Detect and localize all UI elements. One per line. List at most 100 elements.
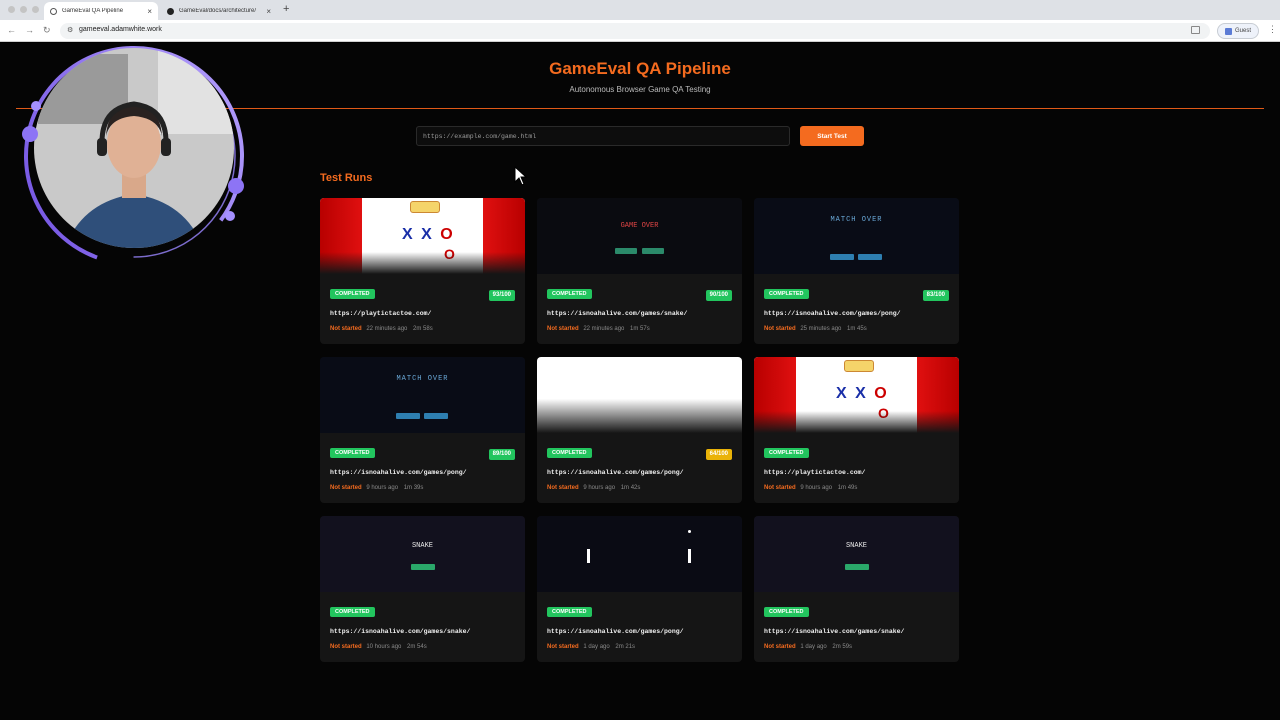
window-minimize-icon[interactable] bbox=[20, 6, 27, 13]
run-url: https://isnoahalive.com/games/pong/ bbox=[330, 469, 467, 476]
run-duration: 1m 39s bbox=[403, 485, 424, 491]
run-meta: Not started 9 hours ago 1m 42s bbox=[547, 485, 640, 491]
status-badge: COMPLETED bbox=[764, 607, 809, 617]
run-url: https://isnoahalive.com/games/pong/ bbox=[764, 310, 901, 317]
game-url-input[interactable] bbox=[416, 126, 790, 146]
run-state: Not started bbox=[764, 644, 796, 650]
tab-title: GameEval QA Pipeline bbox=[62, 8, 124, 14]
game-screenshot: MATCH OVER bbox=[320, 357, 525, 433]
close-icon[interactable]: × bbox=[147, 7, 152, 16]
run-time-ago: 1 day ago bbox=[583, 644, 610, 650]
run-time-ago: 22 minutes ago bbox=[366, 326, 408, 332]
run-meta: Not started 22 minutes ago 1m 57s bbox=[547, 326, 650, 332]
run-duration: 1m 57s bbox=[630, 326, 650, 332]
run-meta: Not started 25 minutes ago 1m 45s bbox=[764, 326, 867, 332]
run-url: https://isnoahalive.com/games/snake/ bbox=[547, 310, 688, 317]
run-duration: 1m 45s bbox=[847, 326, 867, 332]
game-screenshot: X X OO bbox=[320, 198, 525, 274]
run-url: https://isnoahalive.com/games/pong/ bbox=[547, 469, 684, 476]
window-zoom-icon[interactable] bbox=[32, 6, 39, 13]
run-duration: 2m 54s bbox=[407, 644, 427, 650]
browser-menu-icon[interactable]: ⋮ bbox=[1268, 24, 1277, 35]
status-badge: COMPLETED bbox=[547, 448, 592, 458]
run-url: https://isnoahalive.com/games/pong/ bbox=[547, 628, 684, 635]
game-screenshot: SNAKE bbox=[754, 516, 959, 592]
run-state: Not started bbox=[547, 326, 579, 332]
score-badge: 64/100 bbox=[705, 449, 732, 460]
run-url: https://playtictactoe.com/ bbox=[330, 310, 432, 317]
run-meta: Not started 9 hours ago 1m 39s bbox=[330, 485, 423, 491]
test-run-card[interactable]: MATCH OVER COMPLETED 89/100 https://isno… bbox=[320, 357, 525, 503]
run-url: https://isnoahalive.com/games/snake/ bbox=[330, 628, 471, 635]
run-state: Not started bbox=[764, 326, 796, 332]
start-test-button[interactable]: Start Test bbox=[800, 126, 864, 146]
run-url: https://isnoahalive.com/games/snake/ bbox=[764, 628, 905, 635]
run-url: https://playtictactoe.com/ bbox=[764, 469, 866, 476]
run-time-ago: 25 minutes ago bbox=[800, 326, 842, 332]
tab-title: GameEval/docs/architecture/ bbox=[179, 8, 257, 14]
run-time-ago: 9 hours ago bbox=[583, 485, 616, 491]
run-duration: 2m 59s bbox=[832, 644, 853, 650]
test-run-card[interactable]: SNAKE COMPLETED https://isnoahalive.com/… bbox=[754, 516, 959, 662]
omnibox[interactable]: ⚙ gameeval.adamwhite.work bbox=[60, 23, 1210, 39]
status-badge: COMPLETED bbox=[764, 448, 809, 458]
run-meta: Not started 22 minutes ago 2m 58s bbox=[330, 326, 433, 332]
run-meta: Not started 1 day ago 2m 21s bbox=[547, 644, 635, 650]
test-run-card[interactable]: MATCH OVER COMPLETED 83/100 https://isno… bbox=[754, 198, 959, 344]
run-state: Not started bbox=[547, 644, 579, 650]
run-meta: Not started 9 hours ago 1m 49s bbox=[764, 485, 857, 491]
guest-profile-icon bbox=[1224, 27, 1232, 35]
run-duration: 1m 49s bbox=[837, 485, 858, 491]
browser-chrome: GameEval QA Pipeline × GameEval/docs/arc… bbox=[0, 0, 1280, 42]
game-screenshot: SNAKE bbox=[320, 516, 525, 592]
tab-github-docs[interactable]: GameEval/docs/architecture/ × bbox=[161, 2, 277, 20]
status-badge: COMPLETED bbox=[330, 607, 375, 617]
run-time-ago: 9 hours ago bbox=[366, 485, 399, 491]
url-text[interactable]: gameeval.adamwhite.work bbox=[79, 26, 162, 33]
test-run-card[interactable]: GAME OVER COMPLETED 90/100 https://isnoa… bbox=[537, 198, 742, 344]
game-screenshot: MATCH OVER bbox=[754, 198, 959, 274]
mouse-pointer-icon bbox=[514, 166, 528, 186]
run-state: Not started bbox=[330, 485, 362, 491]
site-info-icon[interactable]: ⚙ bbox=[67, 26, 73, 34]
run-duration: 2m 58s bbox=[413, 326, 433, 332]
run-duration: 1m 42s bbox=[620, 485, 641, 491]
run-time-ago: 10 hours ago bbox=[366, 644, 402, 650]
test-run-card[interactable]: COMPLETED 64/100 https://isnoahalive.com… bbox=[537, 357, 742, 503]
tab-gameeval[interactable]: GameEval QA Pipeline × bbox=[44, 2, 158, 20]
score-badge: 93/100 bbox=[488, 290, 515, 301]
status-badge: COMPLETED bbox=[764, 289, 809, 299]
section-title: Test Runs bbox=[320, 172, 373, 184]
new-tab-button[interactable]: + bbox=[283, 3, 289, 15]
status-badge: COMPLETED bbox=[547, 607, 592, 617]
status-badge: COMPLETED bbox=[330, 448, 375, 458]
score-badge: 89/100 bbox=[488, 449, 515, 460]
close-icon[interactable]: × bbox=[266, 7, 271, 16]
test-run-card[interactable]: X X OO COMPLETED https://playtictactoe.c… bbox=[754, 357, 959, 503]
back-icon[interactable]: ← bbox=[7, 25, 16, 35]
run-time-ago: 22 minutes ago bbox=[583, 326, 625, 332]
profile-button[interactable]: Guest bbox=[1217, 23, 1259, 39]
test-run-card[interactable]: COMPLETED https://isnoahalive.com/games/… bbox=[537, 516, 742, 662]
run-time-ago: 1 day ago bbox=[800, 644, 827, 650]
run-state: Not started bbox=[330, 644, 362, 650]
profile-label: Guest bbox=[1234, 28, 1251, 34]
github-icon bbox=[167, 7, 174, 15]
window-close-icon[interactable] bbox=[8, 6, 15, 13]
score-badge: 90/100 bbox=[705, 290, 732, 301]
game-screenshot: X X OO bbox=[754, 357, 959, 433]
address-bar: ← → ↻ ⚙ gameeval.adamwhite.work Guest ⋮ bbox=[0, 20, 1280, 42]
game-screenshot bbox=[537, 516, 742, 592]
forward-icon[interactable]: → bbox=[25, 25, 34, 35]
side-panel-icon[interactable] bbox=[1191, 26, 1200, 34]
run-time-ago: 9 hours ago bbox=[800, 485, 833, 491]
game-screenshot: GAME OVER bbox=[537, 198, 742, 274]
reload-icon[interactable]: ↻ bbox=[43, 25, 51, 36]
run-state: Not started bbox=[764, 485, 796, 491]
run-state: Not started bbox=[547, 485, 579, 491]
status-badge: COMPLETED bbox=[330, 289, 375, 299]
test-run-card[interactable]: SNAKE COMPLETED https://isnoahalive.com/… bbox=[320, 516, 525, 662]
test-run-card[interactable]: X X OO COMPLETED 93/100 https://playtict… bbox=[320, 198, 525, 344]
presenter-webcam bbox=[22, 46, 244, 266]
run-meta: Not started 10 hours ago 2m 54s bbox=[330, 644, 427, 650]
